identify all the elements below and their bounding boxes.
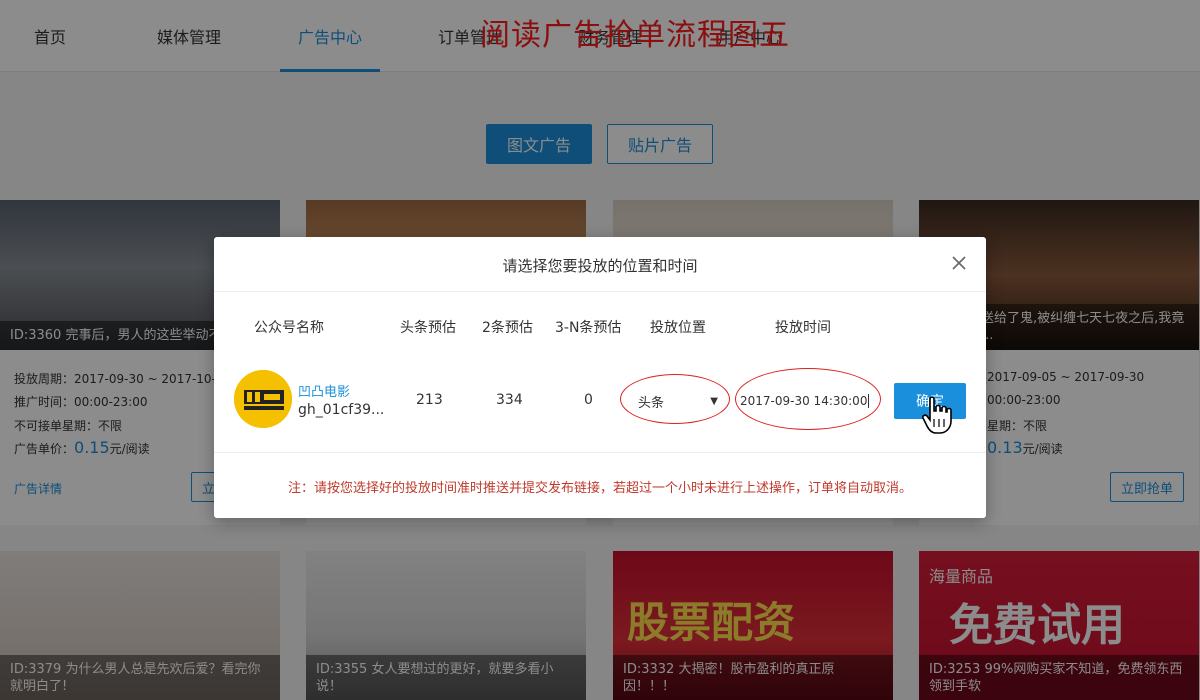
publish-time-input[interactable]: 2017-09-30 14:30:00 [737,387,882,415]
col-third-estimate: 3-N条预估 [555,320,622,336]
modal-divider [214,452,986,453]
col-time: 投放时间 [775,320,831,336]
position-select[interactable]: 头条 ▼ [628,387,724,415]
account-name-link[interactable]: 凹凸电影 [298,381,350,400]
third-estimate-value: 0 [584,392,593,408]
placement-modal: 请选择您要投放的位置和时间 公众号名称 头条预估 2条预估 3-N条预估 投放位… [214,237,986,518]
warning-note: 注：请按您选择好的投放时间准时推送并提交发布链接，若超过一个小时未进行上述操作，… [287,481,912,496]
account-avatar [234,370,292,428]
modal-divider [214,291,986,292]
text-cursor [868,394,870,408]
account-id: gh_01cf39... [298,402,385,418]
modal-title: 请选择您要投放的位置和时间 [502,257,698,275]
col-second-estimate: 2条预估 [482,320,533,336]
publish-time-value: 2017-09-30 14:30:00 [740,394,868,408]
col-account-name: 公众号名称 [254,320,324,336]
head-estimate-value: 213 [416,392,443,408]
position-select-value: 头条 [638,395,665,411]
caret-down-icon: ▼ [710,396,718,407]
hand-pointer-icon [922,396,952,434]
col-head-estimate: 头条预估 [400,320,456,336]
col-position: 投放位置 [650,320,706,336]
film-logo-icon [234,370,292,428]
second-estimate-value: 334 [496,392,523,408]
close-icon[interactable] [950,254,968,272]
